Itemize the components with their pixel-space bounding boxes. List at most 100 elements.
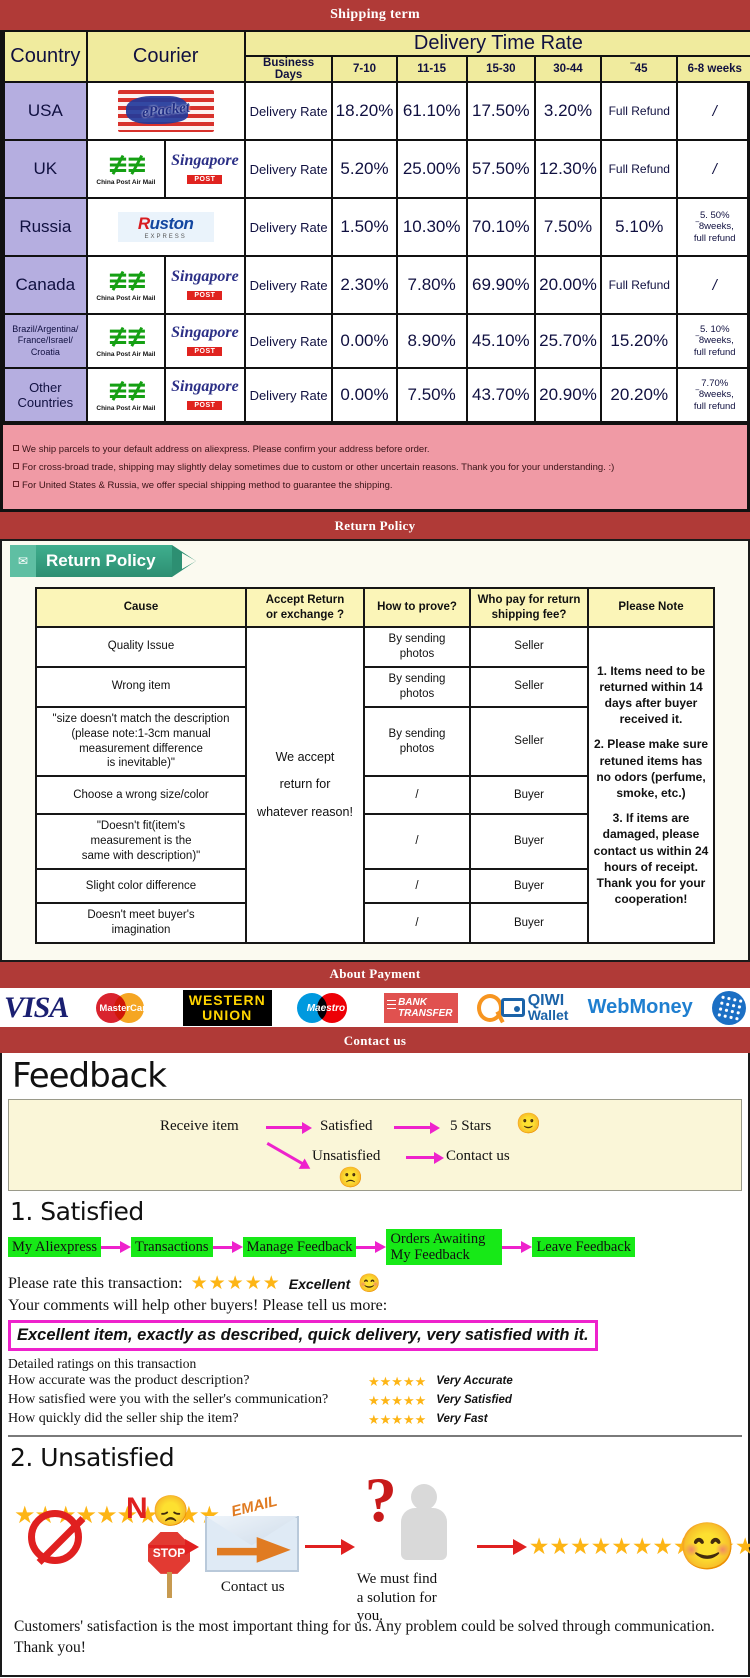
step-my-aliexpress[interactable]: My Aliexpress bbox=[8, 1236, 101, 1258]
shipping-note-text: We ship parcels to your default address … bbox=[22, 444, 430, 455]
feedback-section: Feedback Receive item Satisfied 5 Stars … bbox=[0, 1053, 750, 1677]
rate-7-10: 0.00% bbox=[331, 367, 398, 423]
solution-group: ? We must find a solution for you. bbox=[357, 1467, 477, 1626]
return-prove: / bbox=[363, 813, 471, 871]
shipping-note-item: For United States & Russia, we offer spe… bbox=[13, 477, 737, 495]
rate-7-10: 5.20% bbox=[331, 139, 398, 199]
shipping-notes: We ship parcels to your default address … bbox=[0, 423, 750, 513]
country-cell: Canada bbox=[3, 255, 88, 315]
step-leave-feedback[interactable]: Leave Feedback bbox=[532, 1236, 636, 1258]
rate-7-10: 18.20% bbox=[331, 81, 398, 141]
detailed-stars[interactable]: ★★★★★ bbox=[368, 1375, 426, 1388]
unsatisfied-arrow-3 bbox=[476, 1538, 529, 1555]
mastercard-icon: MasterCard bbox=[88, 989, 164, 1027]
return-payer: Seller bbox=[469, 705, 589, 778]
visa-icon: VISA bbox=[4, 989, 69, 1027]
flow-receive-item: Receive item bbox=[160, 1117, 239, 1134]
checkbox-icon bbox=[13, 463, 19, 470]
rate-15-30: 45.10% bbox=[465, 313, 536, 369]
detailed-question: How accurate was the product description… bbox=[8, 1373, 250, 1389]
contact-us-group: EMAIL Contact us bbox=[201, 1492, 305, 1597]
step-transactions[interactable]: Transactions bbox=[130, 1236, 213, 1258]
shipping-row-brazil-group: Brazil/Argentina/ France/Israel/ Croatia… bbox=[3, 313, 750, 369]
return-note-cell: 1. Items need to be returned within 14 d… bbox=[587, 625, 715, 945]
bank-transfer-icon: BANK TRANSFER bbox=[384, 989, 458, 1027]
rate-7-10: 0.00% bbox=[331, 313, 398, 369]
country-cell: Russia bbox=[3, 197, 88, 257]
rate-over-45: 15.20% bbox=[600, 313, 679, 369]
western-union-line1: WESTERN bbox=[188, 991, 266, 1008]
big-smile-icon: 😊 bbox=[678, 1520, 736, 1572]
contact-us-caption: Contact us bbox=[220, 1578, 285, 1595]
rate-11-15: 8.90% bbox=[395, 313, 468, 369]
comment-text-box[interactable]: Excellent item, exactly as described, qu… bbox=[8, 1320, 598, 1352]
header-delivery-time-rate: Delivery Time Rate bbox=[243, 30, 750, 57]
sad-face-icon: 🙁 bbox=[338, 1166, 363, 1189]
return-prove: By sending photos bbox=[363, 705, 471, 778]
return-payer: Buyer bbox=[469, 813, 589, 871]
step-manage-feedback[interactable]: Manage Feedback bbox=[242, 1236, 357, 1258]
satisfied-heading: 1. Satisfied bbox=[10, 1196, 144, 1226]
return-header-prove: How to prove? bbox=[363, 587, 471, 628]
return-note-2: 2. Please make sure retuned items has no… bbox=[593, 737, 709, 800]
rate-30-44: 7.50% bbox=[533, 197, 603, 257]
return-row: Quality Issue We accept return for whate… bbox=[35, 625, 715, 945]
courier-logo-cell: ≢≢ China Post Air Mail bbox=[85, 139, 167, 199]
rate-6-8-weeks: / bbox=[676, 81, 750, 141]
shipping-table: Country Courier Delivery Time Rate Busin… bbox=[3, 30, 750, 423]
country-cell: Brazil/Argentina/ France/Israel/ Croatia bbox=[3, 313, 88, 369]
rate-30-44: 12.30% bbox=[533, 139, 603, 199]
rate-15-30: 43.70% bbox=[465, 367, 536, 423]
header-range-over-45: ‾45 bbox=[600, 55, 679, 83]
header-courier: Courier bbox=[85, 30, 246, 83]
rate-6-8-weeks: 7.70% ‾8weeks, full refund bbox=[676, 367, 750, 423]
return-payer: Seller bbox=[469, 665, 589, 708]
return-cause: "Doesn't fit(item's measurement is the s… bbox=[35, 813, 247, 871]
detailed-rating-row: How quickly did the seller ship the item… bbox=[8, 1410, 742, 1429]
stop-sign-pole-icon bbox=[167, 1571, 172, 1598]
return-accept-cell: We accept return for whatever reason! bbox=[245, 625, 365, 945]
return-cause: "size doesn't match the description (ple… bbox=[35, 705, 247, 778]
header-business-days: Business Days bbox=[243, 55, 334, 83]
step-orders-awaiting-my-feedback[interactable]: Orders Awaiting My Feedback bbox=[386, 1228, 503, 1266]
return-payer: Buyer bbox=[469, 868, 589, 905]
return-header-cause: Cause bbox=[35, 587, 247, 628]
rate-7-10: 2.30% bbox=[331, 255, 398, 315]
banner-about-payment: About Payment bbox=[0, 962, 750, 987]
question-thinking-icon: ? bbox=[357, 1467, 477, 1568]
return-header-payer: Who pay for return shipping fee? bbox=[469, 587, 589, 628]
return-policy-ribbon: ✉ Return Policy bbox=[10, 545, 196, 578]
rate-11-15: 7.80% bbox=[395, 255, 468, 315]
return-payer: Seller bbox=[469, 625, 589, 668]
country-cell: UK bbox=[3, 139, 88, 199]
visa-label: VISA bbox=[4, 990, 69, 1024]
detailed-stars[interactable]: ★★★★★ bbox=[368, 1413, 426, 1426]
prohibited-icon bbox=[28, 1509, 82, 1564]
detailed-stars[interactable]: ★★★★★ bbox=[368, 1394, 426, 1407]
sad-face-icon: 😞 bbox=[152, 1494, 190, 1528]
rate-over-45: 20.20% bbox=[600, 367, 679, 423]
rate-30-44: 3.20% bbox=[533, 81, 603, 141]
detailed-label: Very Fast bbox=[436, 1412, 488, 1425]
singapore-post-icon: Singapore POST bbox=[171, 268, 239, 300]
feedback-flow-diagram: Receive item Satisfied 5 Stars 🙂 Unsatis… bbox=[8, 1098, 742, 1191]
return-header-note: Please Note bbox=[587, 587, 715, 628]
rating-stars[interactable]: ★★★★★ bbox=[191, 1274, 281, 1293]
china-post-air-mail-icon: ≢≢ China Post Air Mail bbox=[96, 375, 156, 412]
shipping-row-other-countries: Other Countries ≢≢ China Post Air Mail Si… bbox=[3, 367, 750, 423]
no-stop-group: N 😞 STOP bbox=[126, 1492, 190, 1602]
smile-icon: 😊 bbox=[358, 1273, 381, 1294]
rate-6-8-weeks: 5. 50% ‾8weeks, full refund bbox=[676, 197, 750, 257]
shipping-table-wrapper: Country Courier Delivery Time Rate Busin… bbox=[0, 30, 750, 423]
courier-logo-cell-2: Singapore POST bbox=[164, 313, 246, 369]
payment-methods-strip: VISA MasterCard WESTERN UNION Maestro BAN… bbox=[0, 986, 750, 1030]
rate-15-30: 69.90% bbox=[465, 255, 536, 315]
rate-30-44: 20.00% bbox=[533, 255, 603, 315]
good-stars-icon: ★★★★★★★★★★★★★★★ bbox=[528, 1534, 750, 1560]
rate-15-30: 17.50% bbox=[465, 81, 536, 141]
shipping-row-usa: USA Delivery Rate 18.20% 61.10% 17.50% 3… bbox=[3, 81, 750, 141]
webmoney-icon: WebMoney bbox=[588, 989, 693, 1027]
header-range-15-30: 15-30 bbox=[465, 55, 536, 83]
detailed-ratings-heading: Detailed ratings on this transaction bbox=[8, 1356, 197, 1372]
detailed-rating-row: How satisfied were you with the seller's… bbox=[8, 1391, 742, 1410]
